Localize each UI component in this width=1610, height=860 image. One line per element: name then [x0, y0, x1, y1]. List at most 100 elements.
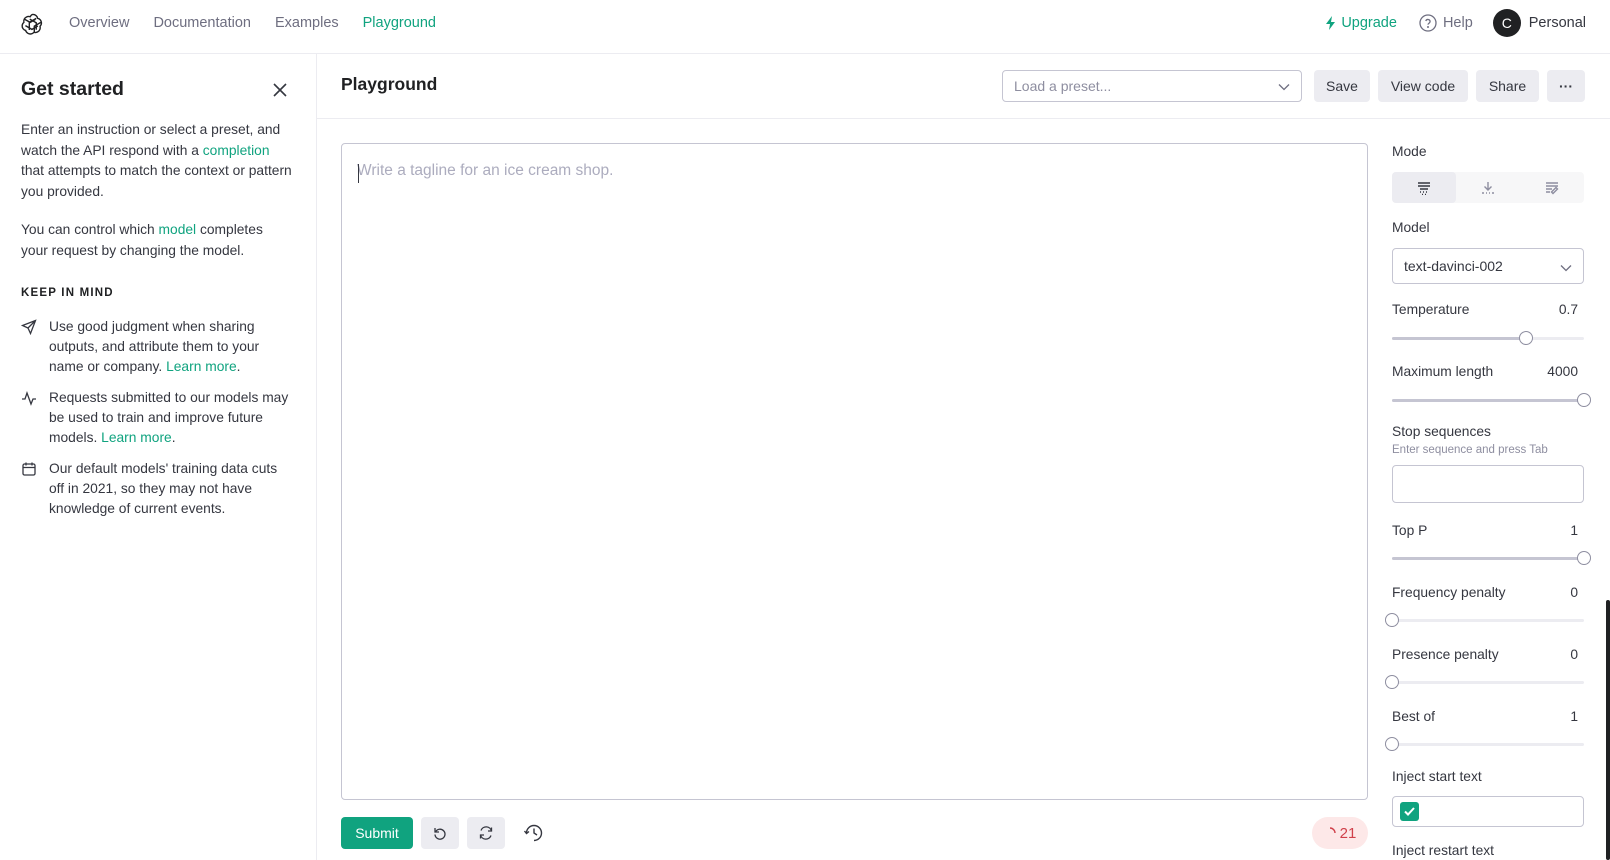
upgrade-button[interactable]: Upgrade [1325, 15, 1397, 31]
keep-in-mind-item: Use good judgment when sharing outputs, … [21, 317, 296, 377]
model-label: Model [1392, 220, 1430, 235]
mode-complete-button[interactable] [1392, 172, 1456, 203]
save-button[interactable]: Save [1314, 70, 1370, 102]
slider-thumb[interactable] [1577, 393, 1591, 407]
nav-links: Overview Documentation Examples Playgrou… [69, 0, 460, 46]
slider-track [1392, 619, 1584, 622]
get-started-sidebar: Get started Enter an instruction or sele… [0, 54, 317, 860]
text-cursor [358, 164, 359, 183]
regenerate-button[interactable] [467, 817, 505, 849]
token-count: 21 [1339, 824, 1357, 842]
view-code-button[interactable]: View code [1378, 70, 1468, 102]
prompt-editor[interactable] [341, 143, 1368, 800]
inject-start-checkbox[interactable] [1400, 802, 1419, 821]
nav-overview[interactable]: Overview [69, 15, 129, 31]
top-p-label: Top P [1392, 523, 1428, 538]
activity-icon [22, 391, 36, 406]
submit-button[interactable]: Submit [341, 817, 413, 849]
top-p-slider[interactable] [1392, 551, 1591, 565]
item-text-end: . [236, 359, 241, 374]
item-text: Our default models' training data cuts o… [49, 461, 278, 516]
slider-thumb[interactable] [1385, 613, 1399, 627]
slider-track [1392, 681, 1584, 684]
frequency-penalty-label: Frequency penalty [1392, 585, 1506, 600]
temperature-slider[interactable] [1392, 331, 1584, 345]
intro-paragraph-2: You can control which model completes yo… [21, 220, 293, 261]
header-divider [317, 118, 1610, 119]
mode-selector [1392, 172, 1584, 203]
history-icon[interactable] [523, 822, 545, 844]
complete-icon [1418, 181, 1430, 195]
slider-track [1392, 743, 1584, 746]
stop-sequences-hint: Enter sequence and press Tab [1392, 444, 1548, 456]
scrollbar[interactable] [1606, 600, 1610, 860]
inject-start-label: Inject start text [1392, 769, 1482, 784]
page-title: Playground [341, 74, 438, 94]
help-button[interactable]: Help [1419, 14, 1473, 32]
openai-logo-icon[interactable] [20, 11, 46, 37]
avatar[interactable]: C [1492, 9, 1521, 37]
slider-fill [1392, 337, 1527, 340]
presence-penalty-slider[interactable] [1385, 675, 1584, 689]
max-length-slider[interactable] [1392, 393, 1591, 407]
close-icon[interactable] [271, 81, 289, 99]
lightning-icon [1326, 16, 1336, 30]
intro-1-text-end: that attempts to match the context or pa… [21, 163, 292, 199]
frequency-penalty-value: 0 [1570, 585, 1578, 600]
max-length-value: 4000 [1547, 364, 1578, 379]
calendar-icon [22, 462, 36, 476]
slider-thumb[interactable] [1519, 331, 1534, 345]
inject-start-input[interactable] [1392, 796, 1584, 827]
mode-label: Mode [1392, 144, 1427, 159]
frequency-penalty-slider[interactable] [1385, 613, 1584, 627]
intro-paragraph-1: Enter an instruction or select a preset,… [21, 120, 293, 202]
model-link[interactable]: model [159, 222, 197, 237]
chevron-down-icon [1278, 84, 1290, 91]
mode-edit-button[interactable] [1520, 172, 1584, 203]
inject-restart-label: Inject restart text [1392, 843, 1494, 858]
help-label: Help [1442, 15, 1473, 31]
undo-icon [434, 828, 446, 840]
undo-button[interactable] [421, 817, 459, 849]
upgrade-label: Upgrade [1341, 15, 1397, 31]
checkmark-icon [1404, 807, 1415, 816]
more-options-button[interactable]: ··· [1547, 70, 1585, 102]
top-p-value: 1 [1570, 523, 1578, 538]
prompt-textarea[interactable] [342, 144, 1367, 799]
stop-sequences-label: Stop sequences [1392, 424, 1491, 439]
edit-icon [1546, 181, 1559, 194]
help-circle-icon [1419, 14, 1437, 32]
mode-insert-button[interactable] [1456, 172, 1520, 203]
nav-playground[interactable]: Playground [363, 15, 436, 31]
item-text-end: . [171, 430, 176, 445]
stop-sequences-input[interactable] [1392, 465, 1584, 503]
insert-icon [1482, 181, 1494, 194]
refresh-icon [479, 826, 493, 840]
slider-thumb[interactable] [1577, 551, 1591, 565]
completion-link[interactable]: completion [203, 143, 270, 158]
preset-select[interactable]: Load a preset... [1002, 70, 1302, 102]
keep-in-mind-heading: KEEP IN MIND [21, 287, 114, 299]
presence-penalty-label: Presence penalty [1392, 647, 1499, 662]
keep-in-mind-item: Our default models' training data cuts o… [21, 459, 296, 519]
slider-fill [1392, 557, 1584, 560]
preset-placeholder: Load a preset... [1014, 78, 1112, 94]
account-menu[interactable]: Personal [1529, 15, 1586, 31]
token-count-badge: 21 [1312, 817, 1368, 849]
nav-right: Upgrade Help C Personal [1325, 0, 1586, 46]
chevron-down-icon [1560, 265, 1572, 272]
slider-thumb[interactable] [1385, 737, 1399, 751]
intro-2-text: You can control which [21, 222, 159, 237]
slider-thumb[interactable] [1385, 675, 1399, 689]
slider-fill [1392, 399, 1584, 402]
nav-examples[interactable]: Examples [275, 15, 339, 31]
temperature-label: Temperature [1392, 302, 1470, 317]
model-select[interactable]: text-davinci-002 [1392, 248, 1584, 284]
best-of-slider[interactable] [1385, 737, 1584, 751]
sidebar-title: Get started [21, 78, 124, 100]
learn-more-link[interactable]: Learn more [166, 359, 237, 374]
share-button[interactable]: Share [1476, 70, 1539, 102]
send-icon [21, 319, 37, 335]
learn-more-link[interactable]: Learn more [101, 430, 172, 445]
nav-documentation[interactable]: Documentation [153, 15, 251, 31]
